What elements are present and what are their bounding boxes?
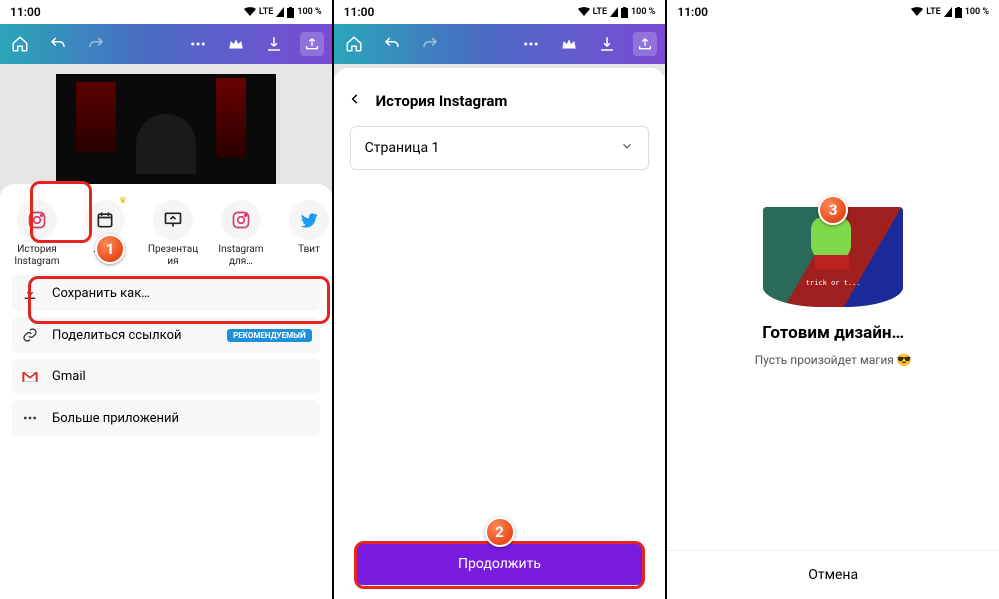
screen-1: 11:00 LTE 100 % xyxy=(0,0,332,599)
more-icon[interactable] xyxy=(519,32,543,56)
status-bar: 11:00 LTE 100 % xyxy=(0,0,332,24)
undo-icon[interactable] xyxy=(380,32,404,56)
battery-icon xyxy=(287,7,294,18)
share-icon[interactable] xyxy=(300,32,324,56)
export-header: История Instagram xyxy=(334,78,666,120)
presentation-icon xyxy=(163,210,183,230)
share-icon[interactable] xyxy=(633,32,657,56)
back-icon[interactable] xyxy=(348,92,366,110)
wifi-icon xyxy=(578,7,590,17)
share-presentation[interactable]: Презентац ия xyxy=(142,200,204,267)
crown-icon[interactable] xyxy=(557,32,581,56)
more-icon xyxy=(20,410,40,426)
link-icon xyxy=(20,327,40,343)
editor-toolbar xyxy=(334,24,666,64)
canvas-preview xyxy=(0,64,332,194)
editor-toolbar xyxy=(0,24,332,64)
undo-icon[interactable] xyxy=(46,32,70,56)
continue-button[interactable]: Продолжить xyxy=(356,543,644,585)
share-sheet: История Instagram ♛ …ров Презентац ия In… xyxy=(0,184,332,599)
loading-subtitle: Пусть произойдет магия 😎 xyxy=(755,353,912,367)
download-icon xyxy=(20,285,40,301)
page-select[interactable]: Страница 1 xyxy=(350,126,650,170)
screen-2: 11:00 LTE 100 % История Instagram xyxy=(334,0,666,599)
status-time: 11:00 xyxy=(10,5,41,19)
calendar-icon xyxy=(95,210,115,230)
status-battery: 100 % xyxy=(297,7,321,17)
crown-tip-icon: ♛ xyxy=(119,196,127,206)
home-icon[interactable] xyxy=(342,32,366,56)
wifi-icon xyxy=(244,7,256,17)
battery-icon xyxy=(621,7,628,18)
share-twitter[interactable]: Твит xyxy=(278,200,332,267)
recommended-badge: РЕКОМЕНДУЕМЫЙ xyxy=(227,329,312,342)
redo-icon[interactable] xyxy=(84,32,108,56)
status-net: LTE xyxy=(593,7,607,17)
screen-3: 11:00 LTE 100 % trick or t... Готовим ди… xyxy=(667,0,999,599)
instagram-icon xyxy=(27,210,47,230)
home-icon[interactable] xyxy=(8,32,32,56)
signal-icon xyxy=(276,7,284,17)
status-time: 11:00 xyxy=(677,5,708,19)
share-link-button[interactable]: Поделиться ссылкой РЕКОМЕНДУЕМЫЙ xyxy=(12,317,320,353)
loading-title: Готовим дизайн… xyxy=(762,323,904,343)
step-badge-2: 2 xyxy=(485,517,515,547)
signal-icon xyxy=(944,7,952,17)
signal-icon xyxy=(610,7,618,17)
loading-body: trick or t... Готовим дизайн… Пусть прои… xyxy=(667,24,999,550)
status-icons: LTE 100 % xyxy=(578,7,656,18)
share-targets-row: История Instagram ♛ …ров Презентац ия In… xyxy=(0,194,332,269)
gmail-button[interactable]: Gmail xyxy=(12,359,320,394)
chevron-down-icon xyxy=(620,139,634,157)
status-icons: LTE 100 % xyxy=(244,7,322,18)
cancel-button[interactable]: Отмена xyxy=(667,550,999,599)
save-as-button[interactable]: Сохранить как… xyxy=(12,275,320,311)
download-icon[interactable] xyxy=(262,32,286,56)
export-title: История Instagram xyxy=(376,92,508,110)
share-instagram-story[interactable]: История Instagram xyxy=(6,200,68,267)
share-menu-list: Сохранить как… Поделиться ссылкой РЕКОМЕ… xyxy=(0,269,332,442)
wifi-icon xyxy=(911,7,923,17)
status-bar: 11:00 LTE 100 % xyxy=(334,0,666,24)
redo-icon[interactable] xyxy=(418,32,442,56)
status-time: 11:00 xyxy=(344,5,375,19)
page-select-label: Страница 1 xyxy=(365,140,440,156)
download-icon[interactable] xyxy=(595,32,619,56)
status-icons: LTE 100 % xyxy=(911,7,989,18)
battery-icon xyxy=(955,7,962,18)
more-apps-button[interactable]: Больше приложений xyxy=(12,400,320,436)
more-icon[interactable] xyxy=(186,32,210,56)
status-battery: 100 % xyxy=(631,7,655,17)
step-badge-3: 3 xyxy=(818,195,848,225)
instagram-icon xyxy=(231,210,251,230)
status-net: LTE xyxy=(259,7,273,17)
gmail-icon xyxy=(20,371,40,383)
twitter-icon xyxy=(299,210,319,230)
step-badge-1: 1 xyxy=(95,234,125,264)
share-instagram-for[interactable]: Instagram для… xyxy=(210,200,272,267)
status-battery: 100 % xyxy=(965,7,989,17)
status-net: LTE xyxy=(926,7,940,17)
crown-icon[interactable] xyxy=(224,32,248,56)
status-bar: 11:00 LTE 100 % xyxy=(667,0,999,24)
